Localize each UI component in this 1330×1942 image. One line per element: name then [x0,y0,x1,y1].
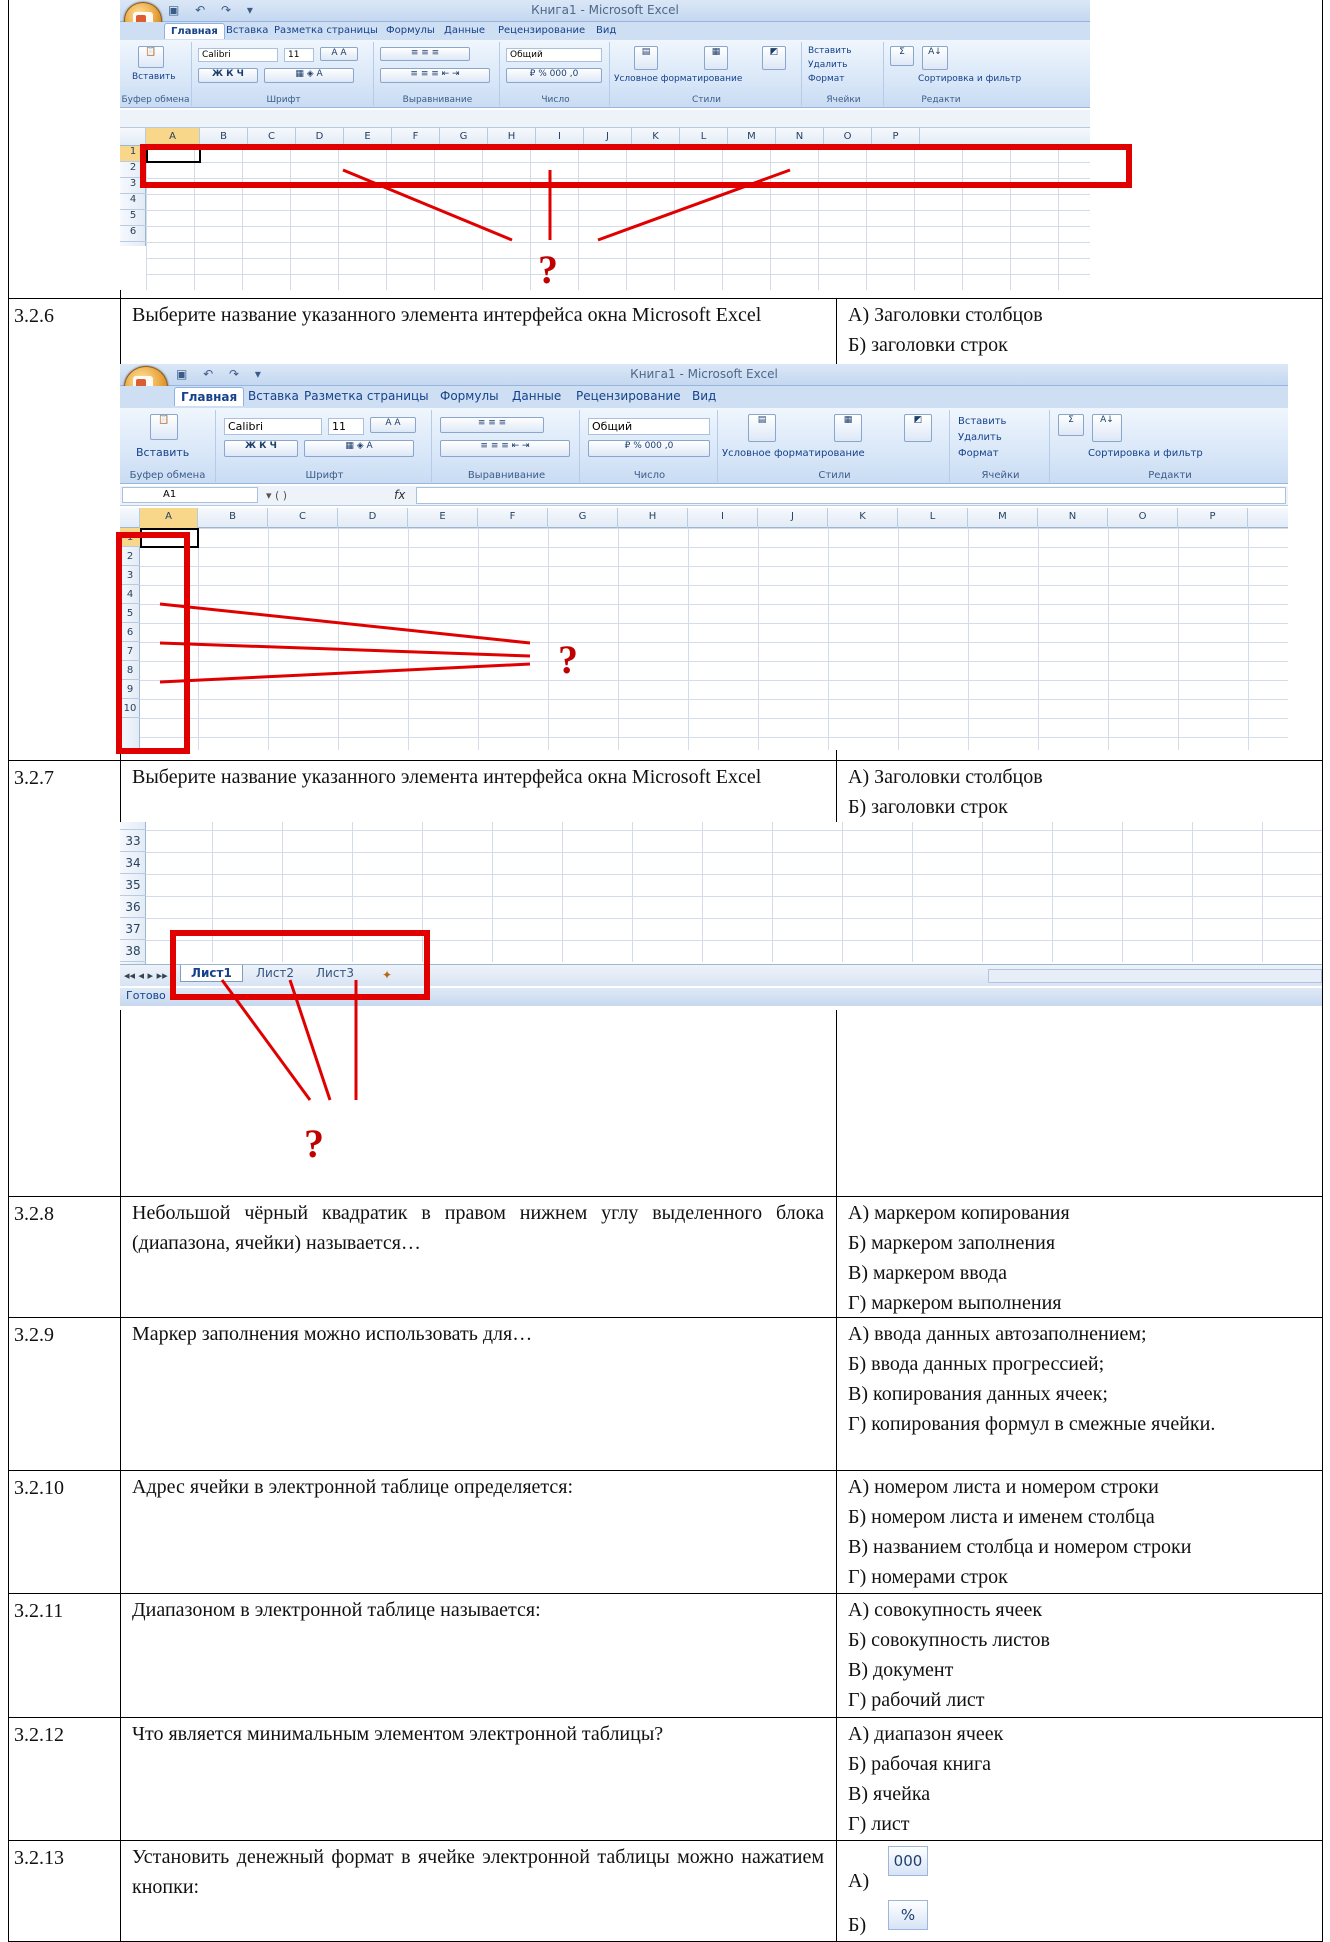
question-text: Небольшой чёрный квадратик в правом нижн… [132,1202,824,1254]
answer-option[interactable]: В) названием столбца и номером строки [848,1532,1191,1562]
answer-option[interactable]: В) копирования данных ячеек; [848,1379,1108,1409]
answer-option[interactable]: А) маркером копирования [848,1198,1070,1228]
pointer-lines-3 [220,979,358,1101]
answer-option[interactable]: Б) ввода данных прогрессией; [848,1349,1104,1379]
answer-option[interactable]: А) ввода данных автозаполнением; [848,1319,1147,1349]
answer-option[interactable]: А) номером листа и номером строки [848,1472,1159,1502]
answer-option[interactable]: Г) рабочий лист [848,1685,985,1715]
question-text: Что является минимальным элементом элект… [132,1723,664,1745]
answer-option[interactable]: А) [848,1866,869,1896]
answer-option[interactable]: Г) лист [848,1809,910,1839]
question-text: Установить денежный формат в ячейке элек… [132,1846,824,1898]
question-number: 3.2.8 [14,1203,54,1225]
answer-option[interactable]: А) совокупность ячеек [848,1595,1042,1625]
answer-option[interactable]: Б) маркером заполнения [848,1228,1055,1258]
answer-option[interactable]: Г) номерами строк [848,1562,1008,1592]
question-number: 3.2.13 [14,1847,64,1869]
answer-option[interactable]: Г) копирования формул в смежные ячейки. [848,1409,1312,1439]
question-number: 3.2.11 [14,1600,64,1622]
question-text: Маркер заполнения можно использовать для… [132,1323,533,1345]
answer-option[interactable]: В) ячейка [848,1779,930,1809]
question-number: 3.2.12 [14,1724,64,1746]
percent-style-button[interactable]: % [888,1900,928,1930]
answer-option[interactable]: В) документ [848,1655,953,1685]
answer-option[interactable]: Б) [848,1910,866,1940]
answer-option[interactable]: Б) номером листа и именем столбца [848,1502,1155,1532]
question-number: 3.2.9 [14,1324,54,1346]
answer-option[interactable]: В) маркером ввода [848,1258,1007,1288]
question-mark-3: ? [304,1121,324,1166]
answer-option[interactable]: Б) совокупность листов [848,1625,1050,1655]
question-number: 3.2.10 [14,1477,64,1499]
thousands-separator-button[interactable]: 000 [888,1846,928,1876]
question-text: Адрес ячейки в электронной таблице опред… [132,1476,574,1498]
answer-option[interactable]: Б) рабочая книга [848,1749,991,1779]
answer-option[interactable]: Г) маркером выполнения [848,1288,1061,1318]
question-text: Диапазоном в электронной таблице называе… [132,1599,541,1621]
answer-option[interactable]: А) диапазон ячеек [848,1719,1003,1749]
